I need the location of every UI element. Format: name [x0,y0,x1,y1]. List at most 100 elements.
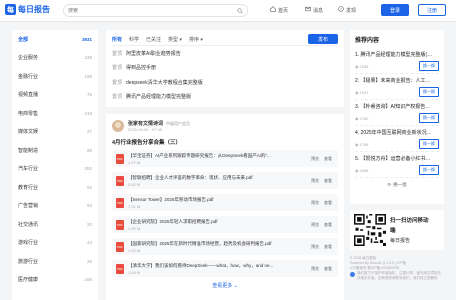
sidebar-item-travel[interactable]: 旅游行业 26 [12,252,98,271]
post-author[interactable]: 张家有文情诗词 中级用户会员 2025-04-04 · 07:45 [112,119,338,133]
file-name: 【国家研究院】2025年在新时代精准市场经营，趋势及机会研判报告.pdf [128,240,272,246]
sidebar-item-label: 医疗健康 [18,277,39,284]
sidebar-item-label: 视频直播 [18,92,39,99]
recommend-item-button[interactable]: 换一换 [419,165,439,175]
publish-button[interactable]: 发布 [308,34,338,44]
file-attachment[interactable]: PDF 【智联招聘】企业人才评鉴的数字革命：现状、应用与未来.pdf 2.62 M… [112,172,338,189]
refresh-button[interactable]: ⟳ 换一批 [355,182,439,188]
file-name: 【华宝证券】AI产业系列跟踪专题研究报告：从DeepSeek看国产AI的“... [128,152,271,158]
qr-code-icon [354,214,386,246]
pinned-title[interactable]: deepseek清华大学教程合集完整版 [126,79,203,86]
recommend-item-title[interactable]: 2. 【极果】未来商业报告：人工… [355,77,439,84]
sidebar-item-auto[interactable]: 汽车行业 253 [12,160,98,179]
pinned-title[interactable]: 得到品控手册 [126,64,156,71]
pinned-tag: 置顶 [112,65,123,72]
message-icon [305,6,311,14]
nav-messages[interactable]: 消息 [305,6,323,14]
file-name: 【企业研究院】2025年轻人求职招聘报告.pdf [128,218,218,224]
file-attachment[interactable]: PDF 【华宝证券】AI产业系列跟踪专题研究报告：从DeepSeek看国产AI的… [112,150,338,167]
file-attachment[interactable]: PDF 【国家研究院】2025年在新时代精准市场经营，趋势及机会研判报告.pdf… [112,238,338,255]
app-promo-line1: 扫一扫访问移动 [390,218,429,224]
sidebar-item-count: 76 [86,92,92,98]
author-role: 中级用户会员 [166,121,191,126]
search-input[interactable] [68,7,243,14]
recommend-item-title[interactable]: 4. 2025年中国互联网商业新状况… [355,129,439,136]
pdf-file-icon: PDF [116,175,124,186]
view-link[interactable]: 查看 [324,222,332,228]
recommend-title: 推荐内容 [355,38,380,44]
pinned-title[interactable]: 阿里皮革AI职业趋势报告 [126,50,181,57]
preview-link[interactable]: 预览 [311,244,319,250]
sidebar-item-count: 199 [84,73,92,79]
pinned-title[interactable]: 腾讯产品经理能力模型完整版 [126,93,191,100]
recommend-item[interactable]: 3. 【朴睿咨询】AI知识产权报告… ◉ 1760 换一换 [355,100,439,126]
sidebar-item-gaming[interactable]: 游戏行业 42 [12,234,98,253]
register-button[interactable]: 注册 [418,4,446,16]
pinned-item[interactable]: 置顶 阿里皮革AI职业趋势报告 [112,46,338,61]
preview-link[interactable]: 预览 [311,266,319,272]
sidebar-item-manufacturing[interactable]: 智能制造 96 [12,141,98,160]
preview-link[interactable]: 预览 [311,178,319,184]
file-attachment[interactable]: PDF 【清华大学】我们该如何看待DeepSeek——what，how，why，… [112,260,338,277]
view-link[interactable]: 查看 [324,244,332,250]
feed-column: 所有 科学 已关注 类型 ▾ 排序 ▾ 发布 置顶 阿里皮革AI职业趋势报告 置顶… [106,30,344,300]
nav-discover[interactable]: 发现 [338,6,356,14]
sidebar-item-enterprise[interactable]: 企业服务 239 [12,49,98,68]
recommend-item[interactable]: 1. 腾讯产品经理能力模型完整版(… ◉ 2183 换一换 [355,48,439,74]
pinned-item[interactable]: 置顶 腾讯产品经理能力模型完整版 [112,90,338,105]
nav-home[interactable]: 首页 [270,6,288,14]
type-dropdown[interactable]: 类型 ▾ [168,36,182,43]
preview-link[interactable]: 预览 [311,200,319,206]
sidebar-item-finance[interactable]: 金融行业 199 [12,67,98,86]
avatar[interactable] [112,120,124,132]
post-title[interactable]: 4月行业报告分享合集（三） [112,138,338,146]
view-more-link[interactable]: 查看更多 ⌄ [112,282,338,289]
sidebar-item-media[interactable]: 媒体文娱 27 [12,123,98,142]
view-link[interactable]: 查看 [324,266,332,272]
view-count: ◉ 1606 [355,168,368,173]
app-promo-name: 每日报告 [390,238,411,244]
sidebar-item-healthcare[interactable]: 医疗健康 189 [12,271,98,290]
tab-all[interactable]: 所有 [112,36,122,43]
view-link[interactable]: 查看 [324,200,332,206]
recommend-item-button[interactable]: 换一换 [419,139,439,149]
sidebar-item-marketing[interactable]: 广告营销 93 [12,197,98,216]
file-attachment[interactable]: PDF 【企业研究院】2025年轻人求职招聘报告.pdf 1.39 M 预览 查看 [112,216,338,233]
search-icon[interactable] [237,8,243,14]
nav-discover-label: 发现 [346,7,357,14]
sidebar-item-education[interactable]: 教育行业 92 [12,178,98,197]
recommend-item-button[interactable]: 换一换 [419,61,439,71]
tab-following[interactable]: 已关注 [146,36,161,43]
sidebar-item-social[interactable]: 社交通讯 20 [12,215,98,234]
eye-icon: ◉ [355,63,359,69]
login-button[interactable]: 登录 [381,4,409,16]
recommend-item-button[interactable]: 换一换 [419,113,439,123]
sidebar-item-live-video[interactable]: 视频直播 76 [12,86,98,105]
sidebar-item-label: 智能制造 [18,147,39,154]
pinned-item[interactable]: 置顶 deepseek清华大学教程合集完整版 [112,75,338,90]
recommend-item-title[interactable]: 5. 【凯悦方舟】运营必备小红书… [355,155,439,162]
recommend-item[interactable]: 2. 【极果】未来商业报告：人工… ◉ 1931 换一换 [355,74,439,100]
sidebar-item-ecommerce[interactable]: 电商零售 218 [12,104,98,123]
sidebar-item-count: 27 [86,129,92,135]
site-logo[interactable]: 每 每日报告 [5,4,50,15]
recommend-item-button[interactable]: 换一换 [419,87,439,97]
search-box[interactable] [63,4,248,17]
sidebar-item-label: 旅游行业 [18,258,39,265]
tab-science[interactable]: 科学 [129,36,139,43]
recommend-item-title[interactable]: 1. 腾讯产品经理能力模型完整版(… [355,51,439,58]
sidebar-item-count: 42 [86,240,92,246]
sort-dropdown[interactable]: 排序 ▾ [189,36,203,43]
preview-link[interactable]: 预览 [311,222,319,228]
recommend-item[interactable]: 4. 2025年中国互联网商业新状况… ◉ 1706 换一换 [355,126,439,152]
recommend-item-title[interactable]: 3. 【朴睿咨询】AI知识产权报告… [355,103,439,110]
file-attachment[interactable]: PDF 【Sensor Tower】2025年移动市场报告.pdf 7.21 M … [112,194,338,211]
compass-icon [338,6,344,14]
preview-link[interactable]: 预览 [311,156,319,162]
view-link[interactable]: 查看 [324,156,332,162]
recommend-item[interactable]: 5. 【凯悦方舟】运营必备小红书… ◉ 1606 换一换 [355,152,439,178]
pdf-file-icon: PDF [116,263,124,274]
view-link[interactable]: 查看 [324,178,332,184]
sidebar-item-all[interactable]: 全部 3931 [12,30,98,49]
pinned-item[interactable]: 置顶 得到品控手册 [112,61,338,76]
